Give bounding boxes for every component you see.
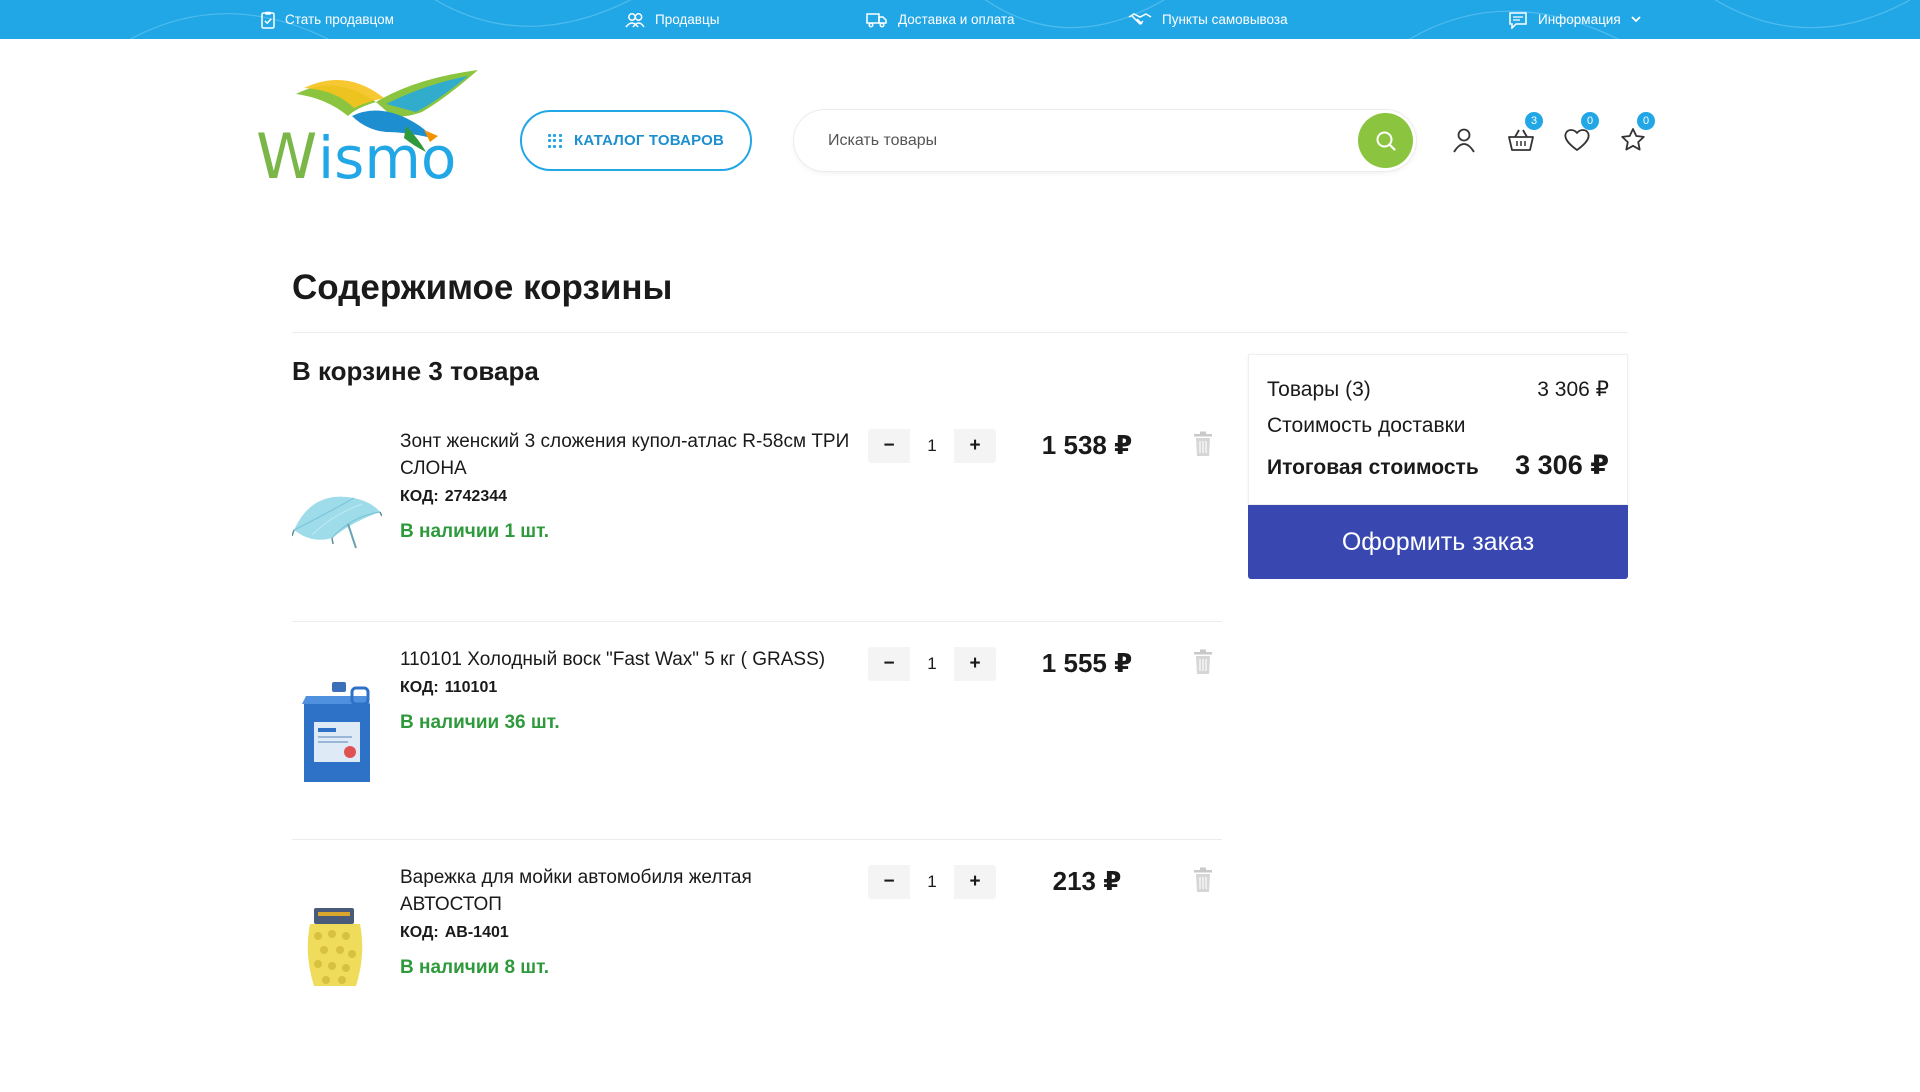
favorites-button[interactable]: 0 — [1561, 112, 1599, 156]
chevron-down-icon — [1631, 16, 1641, 23]
checkout-button[interactable]: Оформить заказ — [1248, 505, 1628, 579]
product-code: КОД: 110101 — [400, 679, 497, 697]
goods-label: Товары (3) — [1267, 378, 1371, 401]
increase-quantity-button[interactable]: + — [954, 865, 996, 899]
quantity-stepper: − + — [868, 429, 996, 463]
catalog-button[interactable]: КАТАЛОГ ТОВАРОВ — [520, 110, 752, 171]
trash-icon — [1194, 867, 1212, 892]
heart-icon — [1564, 129, 1590, 151]
search-bar — [794, 110, 1416, 171]
sellers-link[interactable]: Продавцы — [625, 0, 719, 39]
product-price: 1 555 ₽ — [1041, 648, 1133, 678]
compare-button[interactable]: 0 — [1617, 112, 1655, 156]
quantity-input[interactable] — [910, 647, 954, 681]
wismo-logo-graphic: W ismo — [256, 70, 478, 193]
product-code-label: КОД: — [400, 924, 439, 941]
handshake-icon — [1128, 12, 1152, 25]
cart-item: Зонт женский 3 сложения купол-атлас R-58… — [291, 420, 1222, 620]
total-label: Итоговая стоимость — [1267, 456, 1479, 479]
trash-icon — [1194, 649, 1212, 674]
increase-quantity-button[interactable]: + — [954, 647, 996, 681]
quantity-stepper: − + — [868, 865, 996, 899]
catalog-button-label: КАТАЛОГ ТОВАРОВ — [573, 132, 725, 149]
become-seller-label: Стать продавцом — [285, 12, 394, 27]
product-price: 213 ₽ — [1052, 866, 1122, 896]
product-code: КОД: AB-1401 — [400, 924, 509, 942]
truck-icon — [866, 12, 887, 28]
logo-letter-w: W — [256, 120, 317, 186]
delivery-payment-link[interactable]: Доставка и оплата — [866, 0, 1014, 39]
summary-total-row: Итоговая стоимость 3 306 ₽ — [1267, 450, 1609, 481]
order-summary: Товары (3) 3 306 ₽ Стоимость доставки Ит… — [1248, 354, 1628, 505]
product-name[interactable]: Зонт женский 3 сложения купол-атлас R-58… — [400, 428, 850, 482]
search-input[interactable] — [828, 110, 1328, 171]
total-value: 3 306 ₽ — [1515, 450, 1609, 480]
cart-item: Варежка для мойки автомобиля желтая АВТО… — [292, 856, 1222, 1056]
cart-count-badge: 3 — [1525, 112, 1543, 130]
summary-goods-row: Товары (3) 3 306 ₽ — [1267, 377, 1609, 402]
cart-button[interactable]: 3 — [1505, 112, 1543, 156]
sellers-label: Продавцы — [655, 12, 720, 27]
decrease-quantity-button[interactable]: − — [868, 865, 910, 899]
trash-icon — [1194, 431, 1212, 456]
stock-status: В наличии 36 шт. — [400, 712, 560, 733]
cart-count-heading: В корзине 3 товара — [292, 356, 539, 386]
product-name[interactable]: 110101 Холодный воск "Fast Wax" 5 кг ( G… — [400, 646, 850, 673]
information-label: Информация — [1538, 12, 1621, 27]
delivery-payment-label: Доставка и оплата — [898, 12, 1015, 27]
stock-status: В наличии 1 шт. — [400, 521, 550, 542]
cart-item: 110101 Холодный воск "Fast Wax" 5 кг ( G… — [292, 638, 1222, 838]
title-divider — [292, 332, 1628, 333]
users-icon — [625, 12, 645, 27]
chat-icon — [1509, 11, 1527, 29]
canister-image[interactable] — [292, 678, 382, 788]
wash-mitt-image[interactable] — [292, 906, 382, 1016]
remove-item-button[interactable] — [1192, 649, 1214, 675]
remove-item-button[interactable] — [1192, 867, 1214, 893]
decrease-quantity-button[interactable]: − — [868, 429, 910, 463]
pickup-points-link[interactable]: Пункты самовывоза — [1128, 0, 1288, 39]
search-icon — [1376, 131, 1396, 151]
product-code-label: КОД: — [400, 679, 439, 696]
product-code-value: 110101 — [444, 679, 498, 696]
item-divider — [292, 621, 1222, 622]
product-code-value: AB-1401 — [444, 924, 509, 941]
wismo-logo[interactable]: W ismo — [256, 68, 482, 193]
item-divider — [292, 839, 1222, 840]
favorites-count-badge: 0 — [1581, 112, 1599, 130]
product-name[interactable]: Варежка для мойки автомобиля желтая АВТО… — [400, 864, 850, 918]
increase-quantity-button[interactable]: + — [954, 429, 996, 463]
product-code-value: 2742344 — [444, 488, 508, 505]
remove-item-button[interactable] — [1192, 431, 1214, 457]
basket-icon — [1508, 129, 1534, 151]
product-code-label: КОД: — [400, 488, 439, 505]
top-navigation-bar: Стать продавцом Продавцы Доставка и опла… — [0, 0, 1920, 39]
summary-delivery-row: Стоимость доставки — [1267, 414, 1609, 438]
search-button[interactable] — [1358, 113, 1413, 168]
information-dropdown[interactable]: Информация — [1508, 0, 1641, 39]
pickup-points-label: Пункты самовывоза — [1162, 12, 1288, 27]
become-seller-link[interactable]: Стать продавцом — [261, 0, 394, 39]
star-icon — [1621, 128, 1645, 151]
logo-letters-ismo: ismo — [318, 124, 456, 186]
quantity-stepper: − + — [868, 647, 996, 681]
compare-count-badge: 0 — [1637, 112, 1655, 130]
account-button[interactable] — [1448, 124, 1480, 156]
decrease-quantity-button[interactable]: − — [868, 647, 910, 681]
page-title: Содержимое корзины — [292, 268, 673, 307]
goods-value: 3 306 ₽ — [1537, 378, 1609, 401]
product-code: КОД: 2742344 — [400, 488, 507, 506]
user-icon — [1453, 128, 1475, 153]
umbrella-image[interactable] — [291, 460, 383, 570]
quantity-input[interactable] — [910, 865, 954, 899]
delivery-cost-label: Стоимость доставки — [1267, 414, 1466, 437]
stock-status: В наличии 8 шт. — [400, 957, 550, 978]
product-price: 1 538 ₽ — [1041, 430, 1133, 460]
quantity-input[interactable] — [910, 429, 954, 463]
grid-icon — [547, 133, 562, 148]
clipboard-check-icon — [261, 11, 275, 29]
